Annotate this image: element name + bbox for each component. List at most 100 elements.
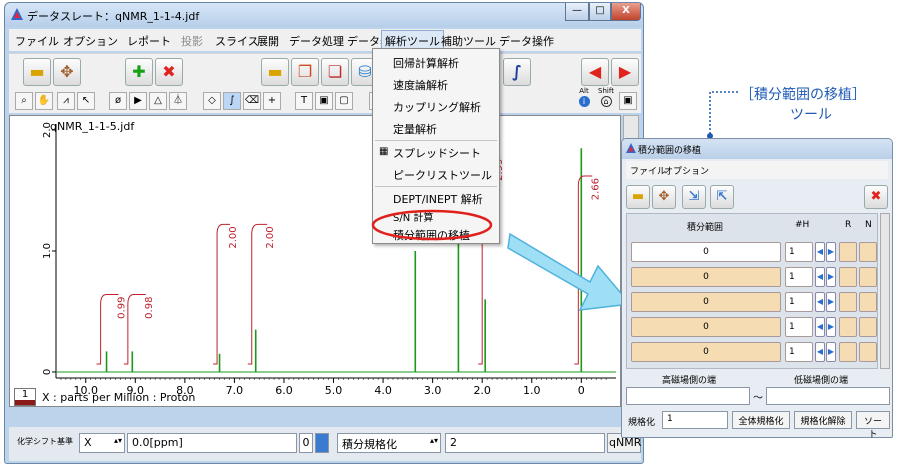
increment-icon[interactable]: ▶: [826, 317, 836, 337]
col-header-h: #H: [795, 220, 810, 230]
range-cell[interactable]: 0: [631, 317, 781, 337]
menu-data-processing[interactable]: データ処理: [289, 33, 344, 49]
n-checkbox[interactable]: [859, 242, 877, 262]
decrement-icon[interactable]: ◀: [815, 317, 825, 337]
add-icon[interactable]: ✚: [125, 58, 153, 86]
h-cell[interactable]: 1: [785, 267, 813, 287]
text-tool-icon[interactable]: T: [295, 92, 313, 110]
box-icon[interactable]: ▢: [335, 92, 353, 110]
frame-icon[interactable]: ▣: [315, 92, 333, 110]
menu-projection[interactable]: 投影: [181, 33, 203, 49]
range-cell[interactable]: 0: [631, 342, 781, 362]
panel-menu-options[interactable]: オプション: [664, 164, 709, 177]
menu-report[interactable]: レポート: [127, 33, 171, 49]
h-cell[interactable]: 1: [785, 292, 813, 312]
decrement-icon[interactable]: ◀: [815, 342, 825, 362]
x-tick-label: 1.0: [523, 384, 541, 397]
menu-item-dept[interactable]: DEPT/INEPT 解析: [393, 191, 483, 207]
arrow-left-icon[interactable]: ◀: [581, 58, 609, 86]
decrement-icon[interactable]: ◀: [815, 292, 825, 312]
minimize-button[interactable]: —: [565, 3, 589, 21]
tools-icon[interactable]: ✥: [53, 58, 81, 86]
h-cell[interactable]: 1: [785, 342, 813, 362]
zoom-icon[interactable]: ⌕: [15, 92, 33, 110]
decrement-icon[interactable]: ◀: [815, 267, 825, 287]
mode-select[interactable]: 積分規格化 ▴▾: [337, 433, 441, 453]
menu-options[interactable]: オプション: [63, 33, 118, 49]
ppm-field[interactable]: 0.0[ppm]: [127, 433, 297, 453]
decrement-icon[interactable]: ◀: [815, 242, 825, 262]
menu-item-peaklist[interactable]: ピークリストツール: [393, 167, 492, 183]
h-cell[interactable]: 1: [785, 317, 813, 337]
panel-menu-file[interactable]: ファイル: [630, 164, 666, 177]
stack-icon[interactable]: ❏: [321, 58, 349, 86]
menu-item-regression[interactable]: 回帰計算解析: [393, 55, 459, 71]
page-indicator[interactable]: 1: [14, 388, 36, 406]
axis-select[interactable]: X ▴▾: [79, 433, 125, 453]
layers-icon[interactable]: ❐: [291, 58, 319, 86]
diamond-icon[interactable]: ◇: [203, 92, 221, 110]
n-checkbox[interactable]: [859, 317, 877, 337]
range-cell[interactable]: 0: [631, 242, 781, 262]
increment-icon[interactable]: ▶: [826, 292, 836, 312]
menu-item-spreadsheet[interactable]: スプレッドシート: [393, 145, 481, 161]
cursor-select-icon[interactable]: ↖: [77, 92, 95, 110]
normalize-all-button[interactable]: 全体規格化: [732, 411, 790, 429]
n-checkbox[interactable]: [859, 342, 877, 362]
delete-icon[interactable]: ✖: [155, 58, 183, 86]
r-checkbox[interactable]: [839, 242, 857, 262]
increment-icon[interactable]: ▶: [826, 242, 836, 262]
phase-icon[interactable]: ø: [109, 92, 127, 110]
r-checkbox[interactable]: [839, 267, 857, 287]
menu-item-coupling[interactable]: カップリング解析: [393, 99, 481, 115]
alt-toggle[interactable]: Alt i: [575, 87, 593, 111]
menu-item-quantitative[interactable]: 定量解析: [393, 121, 437, 137]
panel-icon[interactable]: ▣: [619, 92, 637, 110]
crosshair-icon[interactable]: +: [263, 92, 281, 110]
menu-auxiliary-tools[interactable]: 補助ツール: [441, 33, 496, 49]
open-folder-icon[interactable]: ▬: [626, 185, 650, 209]
delete-icon[interactable]: ✖: [864, 185, 888, 209]
sort-button[interactable]: ソート: [856, 411, 890, 440]
r-checkbox[interactable]: [839, 317, 857, 337]
range-cell[interactable]: 0: [631, 292, 781, 312]
eraser-icon[interactable]: ⌫: [243, 92, 261, 110]
export-icon[interactable]: ⇲: [682, 185, 706, 209]
n-checkbox[interactable]: [859, 292, 877, 312]
normalize-input[interactable]: 1: [662, 411, 728, 429]
clear-normalize-button[interactable]: 規格化解除: [794, 411, 852, 429]
table-scrollbar[interactable]: [880, 213, 890, 369]
r-checkbox[interactable]: [839, 292, 857, 312]
integral-tool-icon[interactable]: ∫: [223, 92, 241, 110]
hand-icon[interactable]: ✋: [35, 92, 53, 110]
increment-icon[interactable]: ▶: [826, 267, 836, 287]
thermometer-icon[interactable]: [315, 433, 329, 453]
peak-icon[interactable]: ⏃: [169, 92, 187, 110]
h-cell[interactable]: 1: [785, 242, 813, 262]
integral-icon[interactable]: ∫: [503, 58, 531, 86]
n-checkbox[interactable]: [859, 267, 877, 287]
menu-data-operations[interactable]: データ操作: [499, 33, 554, 49]
menu-slice[interactable]: スライス: [215, 33, 259, 49]
high-field-input[interactable]: [626, 387, 750, 405]
tools-icon[interactable]: ✥: [652, 185, 676, 209]
count-field[interactable]: 2: [445, 433, 605, 453]
maximize-button[interactable]: □: [589, 3, 611, 21]
arrow-right-icon[interactable]: ▶: [611, 58, 639, 86]
range-cell[interactable]: 0: [631, 267, 781, 287]
increment-icon[interactable]: ▶: [826, 342, 836, 362]
zero-field[interactable]: 0: [299, 433, 313, 453]
menu-expand[interactable]: 展開: [257, 33, 279, 49]
low-field-input[interactable]: [766, 387, 890, 405]
close-button[interactable]: X: [611, 3, 641, 21]
menu-file[interactable]: ファイル: [15, 33, 59, 49]
peak-pick-icon[interactable]: ⩘: [57, 92, 75, 110]
pointer-icon[interactable]: ▶: [129, 92, 147, 110]
open-folder-icon[interactable]: ▬: [23, 58, 51, 86]
triangle-icon[interactable]: △: [149, 92, 167, 110]
import-icon[interactable]: ⇱: [710, 185, 734, 209]
shift-toggle[interactable]: Shift ⌂: [595, 87, 617, 111]
menu-item-kinetics[interactable]: 速度論解析: [393, 77, 448, 93]
r-checkbox[interactable]: [839, 342, 857, 362]
folder-icon[interactable]: ▬: [261, 58, 289, 86]
